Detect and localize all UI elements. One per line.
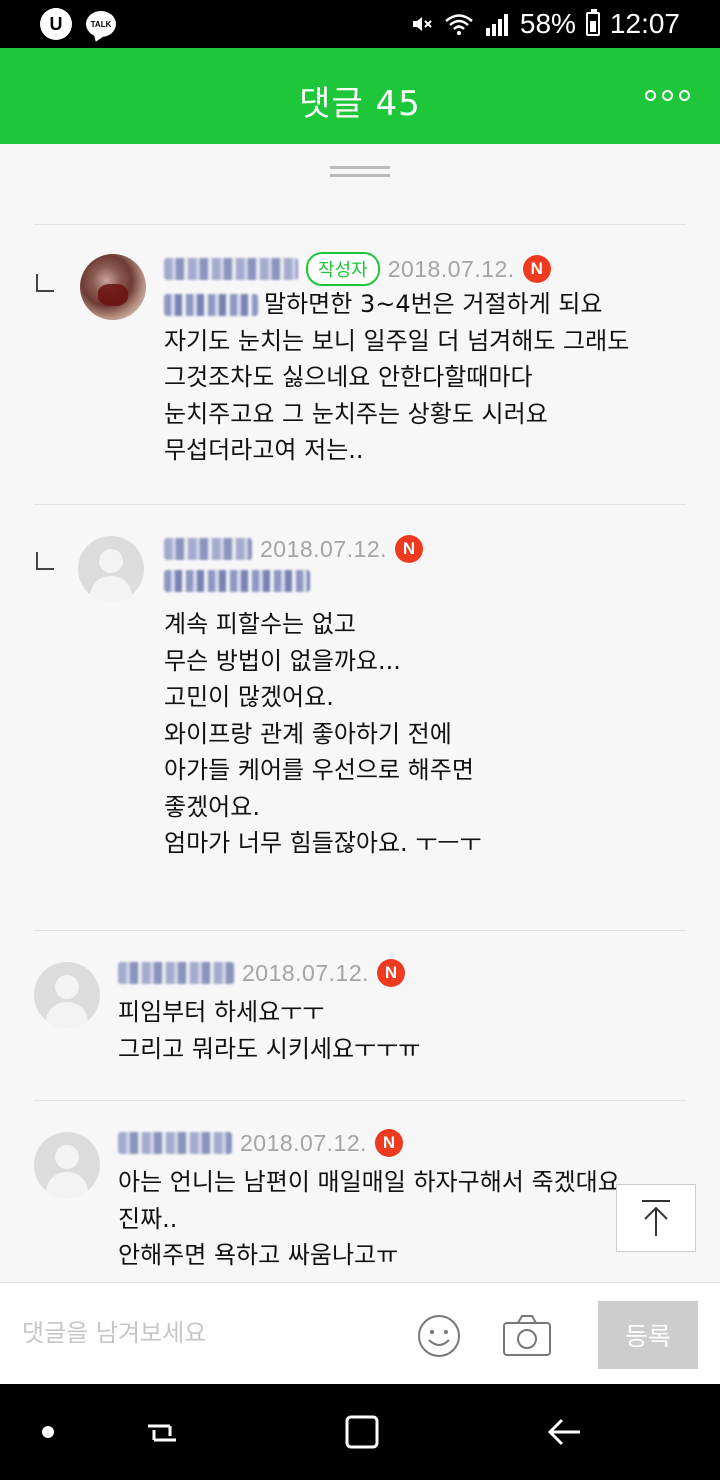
system-indicators: 58% 12:07 bbox=[410, 8, 680, 40]
author-name-blurred[interactable] bbox=[118, 1132, 232, 1154]
camera-icon[interactable] bbox=[502, 1313, 552, 1357]
page-title: 댓글 45 bbox=[299, 84, 421, 124]
battery-percent: 58% bbox=[519, 8, 576, 39]
comment-body: 피임부터 하세요ㅜㅜ 그리고 뭐라도 시키세요ㅜㅜㅠ bbox=[118, 998, 421, 1063]
new-badge: N bbox=[375, 1129, 404, 1157]
comment-date: 2018.07.12. bbox=[260, 535, 388, 562]
new-badge: N bbox=[395, 535, 424, 563]
divider bbox=[34, 504, 686, 505]
comment-date: 2018.07.12. bbox=[240, 1129, 368, 1156]
comment-body: 계속 피할수는 없고 무슨 방법이 없을까요... 고민이 많겠어요. 와이프랑 관계… bbox=[164, 610, 482, 857]
comment-meta: 2018.07.12. N bbox=[118, 956, 406, 990]
arrow-up-icon bbox=[642, 1200, 670, 1236]
divider bbox=[34, 930, 686, 931]
mute-icon bbox=[412, 17, 432, 31]
android-nav-bar bbox=[0, 1384, 720, 1480]
author-badge: 작성자 bbox=[306, 252, 380, 286]
drag-handle[interactable] bbox=[330, 166, 390, 177]
back-icon[interactable] bbox=[544, 1414, 584, 1450]
avatar[interactable] bbox=[78, 536, 144, 602]
reply-indicator-icon bbox=[36, 552, 54, 570]
author-name-blurred[interactable] bbox=[164, 538, 252, 560]
comment-body: 아는 언니는 남편이 매일매일 하자구해서 죽겠대요 진짜.. 안해주면 욕하고 싸… bbox=[118, 1168, 620, 1269]
comment-meta: 2018.07.12. N bbox=[118, 1126, 404, 1160]
u-app-icon: U bbox=[40, 8, 72, 40]
comment-body: 말하면한 3~4번은 거절하게 되요 자기도 눈치는 보니 일주일 더 넘겨해도 … bbox=[164, 290, 630, 464]
divider bbox=[34, 1100, 686, 1101]
avatar[interactable] bbox=[34, 962, 100, 1028]
emoji-icon[interactable] bbox=[416, 1313, 462, 1359]
mentioned-user-blurred[interactable] bbox=[164, 570, 310, 592]
comment-date: 2018.07.12. bbox=[387, 255, 515, 282]
app-header: 댓글 45 bbox=[0, 48, 720, 144]
scroll-to-top-button[interactable] bbox=[616, 1184, 696, 1252]
wifi-icon bbox=[445, 14, 473, 35]
reply-indicator-icon bbox=[36, 274, 54, 292]
battery-icon bbox=[585, 9, 600, 36]
divider bbox=[34, 224, 686, 225]
more-options-icon[interactable] bbox=[645, 90, 690, 101]
author-name-blurred[interactable] bbox=[118, 962, 234, 984]
kakaotalk-icon: TALK bbox=[86, 11, 116, 37]
avatar[interactable] bbox=[34, 1132, 100, 1198]
comment-input[interactable] bbox=[22, 1313, 382, 1353]
home-icon[interactable] bbox=[344, 1414, 380, 1450]
comment-input-bar: 등록 bbox=[0, 1282, 720, 1384]
submit-button[interactable]: 등록 bbox=[598, 1301, 698, 1369]
comment-meta: 2018.07.12. N bbox=[164, 532, 424, 566]
author-name-blurred[interactable] bbox=[164, 258, 298, 280]
comment-meta: 작성자 2018.07.12. N bbox=[164, 252, 551, 286]
new-badge: N bbox=[522, 255, 551, 283]
status-bar: U TALK 58% 12:07 bbox=[0, 0, 720, 48]
nav-dot-icon[interactable] bbox=[42, 1426, 54, 1438]
notification-icons: U TALK bbox=[40, 8, 116, 40]
comment-date: 2018.07.12. bbox=[242, 959, 370, 986]
clock: 12:07 bbox=[609, 8, 680, 39]
avatar[interactable] bbox=[80, 254, 146, 320]
new-badge: N bbox=[377, 959, 406, 987]
mentioned-user-blurred[interactable] bbox=[164, 294, 258, 316]
signal-icon bbox=[485, 14, 508, 36]
recents-icon[interactable] bbox=[144, 1414, 180, 1450]
